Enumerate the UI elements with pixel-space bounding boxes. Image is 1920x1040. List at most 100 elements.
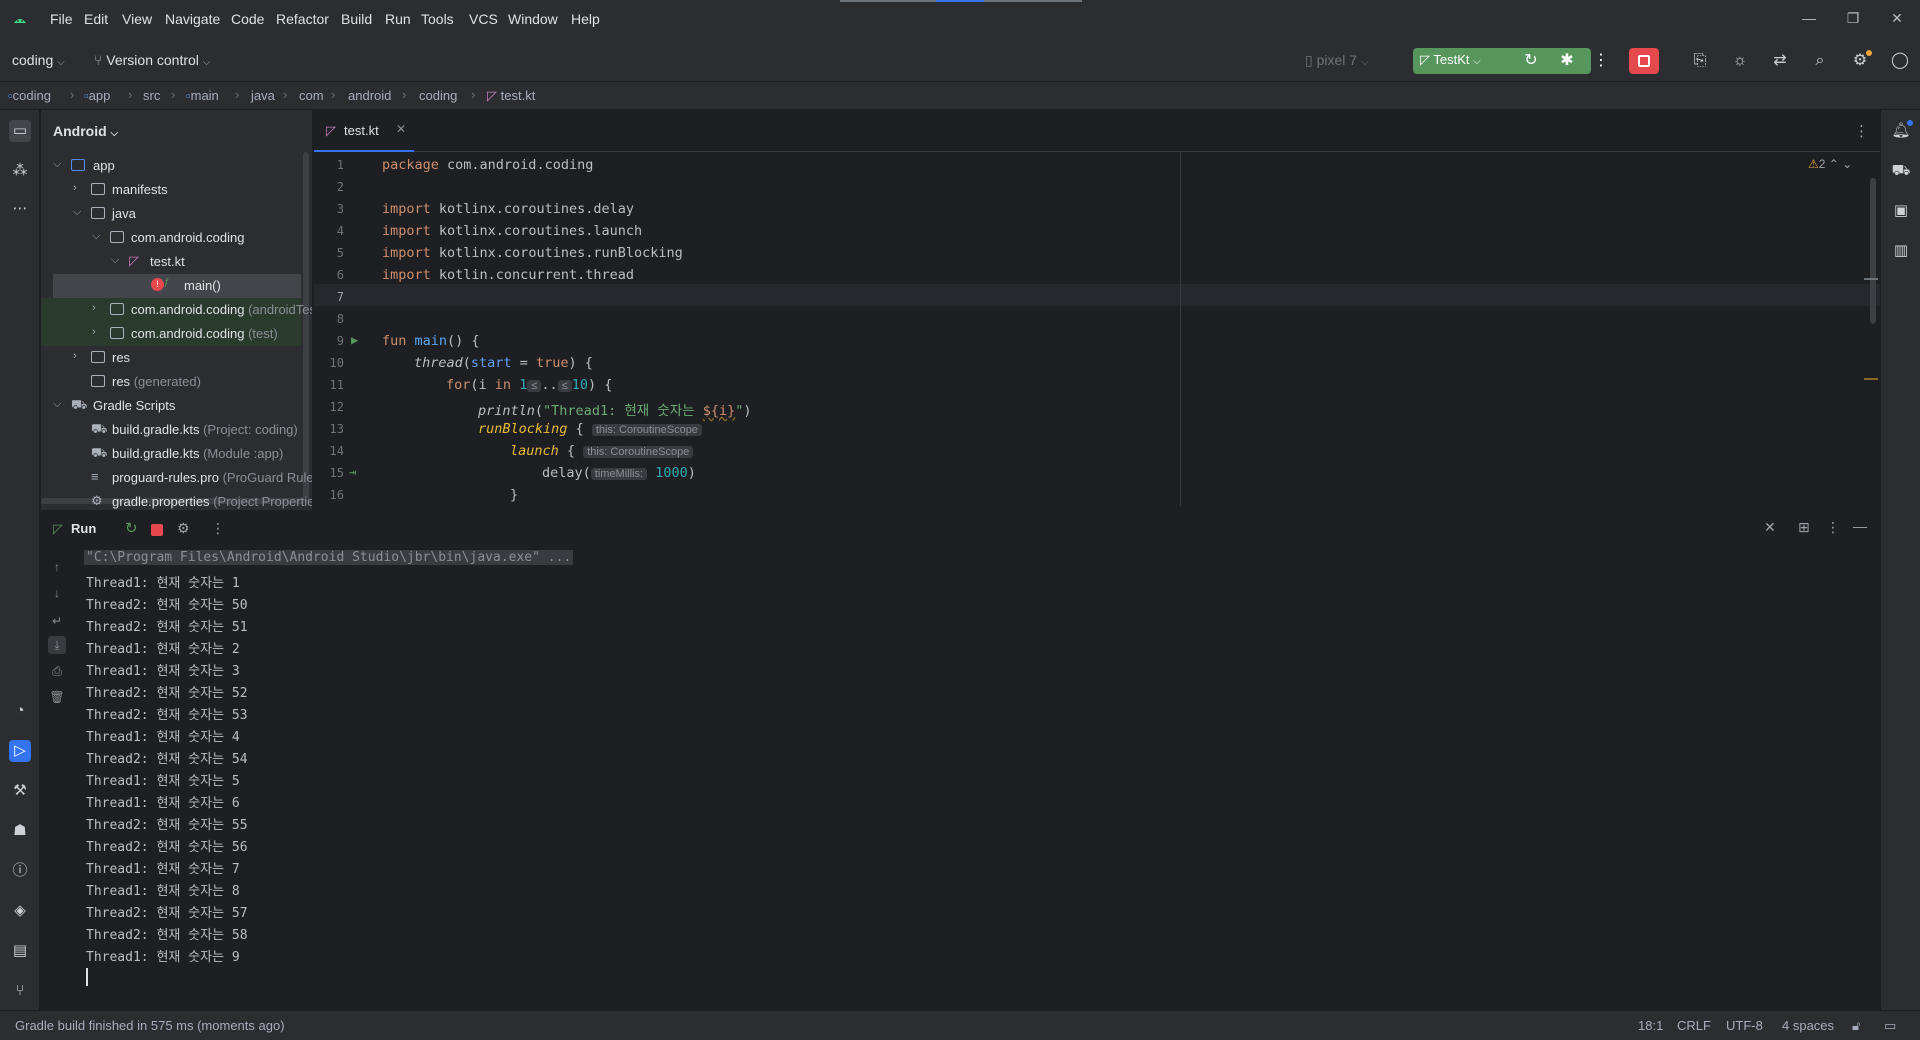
more-tools-icon[interactable]: ⋯: [9, 198, 31, 220]
code-line-16: }: [510, 487, 519, 503]
breadcrumb-item[interactable]: com: [299, 88, 324, 103]
tree-item-app[interactable]: ⌵ app: [41, 154, 301, 178]
minimize-icon[interactable]: —: [1799, 10, 1819, 30]
hide-panel-icon[interactable]: —: [1853, 518, 1867, 534]
status-message[interactable]: Gradle build finished in 575 ms (moments…: [15, 1018, 285, 1033]
breadcrumb-item[interactable]: java: [251, 88, 275, 103]
menu-window[interactable]: Window: [508, 11, 558, 27]
tree-item-sublabel: (generated): [133, 374, 201, 389]
gradle-icon[interactable]: ⛟: [1890, 160, 1912, 182]
rerun-icon[interactable]: ↻: [125, 519, 138, 537]
chevron-right-icon: ›: [92, 326, 96, 338]
title-bar: File Edit View Navigate Code Refactor Bu…: [0, 0, 1920, 40]
breadcrumb-item[interactable]: coding: [419, 88, 457, 103]
layout-icon[interactable]: ⊞: [1798, 519, 1810, 536]
tab-options-icon[interactable]: ⋮: [1854, 122, 1869, 140]
breadcrumb-item[interactable]: ◸ test.kt: [487, 88, 535, 104]
device-file-explorer-icon[interactable]: ▣: [1890, 200, 1912, 222]
tree-item-build-gradle-project[interactable]: ⛟ build.gradle.kts (Project: coding): [41, 418, 301, 442]
tree-item-unit-test[interactable]: › com.android.coding (test): [41, 322, 301, 346]
search-icon[interactable]: ⌕: [1809, 50, 1831, 72]
running-devices-icon[interactable]: ▥: [1890, 240, 1912, 262]
breadcrumb-item[interactable]: src: [143, 88, 160, 103]
run-gutter-icon[interactable]: ▶: [351, 333, 358, 347]
editor-scrollbar[interactable]: [1870, 178, 1876, 324]
project-panel: Android ⌵ ⌵ app › manifests ⌵ java ⌵ com…: [41, 110, 313, 510]
debug-restart-icon[interactable]: ⚙: [177, 520, 190, 537]
breadcrumb-item[interactable]: ▫coding: [8, 88, 51, 103]
stop-button[interactable]: [1629, 48, 1659, 74]
menu-edit[interactable]: Edit: [84, 11, 108, 27]
tree-item-main-function[interactable]: ! ƒ main(): [53, 274, 301, 298]
console-output[interactable]: "C:\Program Files\Android\Android Studio…: [0, 548, 1880, 1008]
account-icon[interactable]: ◯: [1889, 50, 1911, 72]
menu-navigate[interactable]: Navigate: [165, 11, 220, 27]
breadcrumb-item[interactable]: ▫app: [84, 88, 110, 103]
line-number: 3: [336, 202, 344, 216]
menu-refactor[interactable]: Refactor: [276, 11, 329, 27]
panel-options-icon[interactable]: ⋮: [1826, 519, 1840, 536]
code-editor[interactable]: ⚠2 ⌃ ⌄ 1 2 3 4 5 6 7 8 9 10 11 12 13 14 …: [314, 152, 1880, 506]
console-line: Thread2: 현재 숫자는 51: [86, 620, 248, 635]
close-tab-icon[interactable]: ✕: [396, 122, 406, 136]
feedback-icon[interactable]: ▭: [1884, 1018, 1896, 1034]
project-folder-icon[interactable]: ▭: [9, 120, 31, 142]
tree-item-java[interactable]: ⌵ java: [41, 202, 301, 226]
tree-item-manifests[interactable]: › manifests: [41, 178, 301, 202]
project-selector[interactable]: coding ⌵: [12, 52, 65, 68]
close-run-panel-icon[interactable]: ✕: [1764, 519, 1776, 536]
rerun-icon[interactable]: ↻: [1520, 50, 1542, 72]
menu-code[interactable]: Code: [231, 11, 264, 27]
run-tab-title[interactable]: Run: [71, 521, 96, 536]
menu-build[interactable]: Build: [341, 11, 372, 27]
tree-item-res[interactable]: › res: [41, 346, 301, 370]
menu-view[interactable]: View: [122, 11, 152, 27]
file-encoding[interactable]: UTF-8: [1726, 1018, 1763, 1033]
chevron-right-icon: ›: [73, 350, 77, 362]
menu-run[interactable]: Run: [385, 11, 411, 27]
resource-manager-icon[interactable]: ⁂: [9, 160, 31, 182]
tree-item-android-test[interactable]: › com.android.coding (androidTest): [41, 298, 312, 322]
project-scrollbar[interactable]: [303, 152, 309, 502]
inspection-widget[interactable]: ⚠2 ⌃ ⌄: [1808, 157, 1852, 171]
menu-file[interactable]: File: [50, 11, 73, 27]
indent-setting[interactable]: 4 spaces: [1782, 1018, 1834, 1033]
more-options-icon[interactable]: ⋮: [211, 520, 225, 537]
tree-item-res-generated[interactable]: res (generated): [41, 370, 301, 394]
sync-gradle-icon[interactable]: ⇄: [1769, 50, 1791, 72]
tree-item-gradle-properties[interactable]: ⚙ gradle.properties (Project Properties): [41, 490, 312, 510]
menu-tools[interactable]: Tools: [421, 11, 454, 27]
caret-position[interactable]: 18:1: [1638, 1018, 1663, 1033]
current-line-highlight: [314, 284, 1880, 306]
debug-icon[interactable]: ✱: [1556, 50, 1578, 72]
version-control-selector[interactable]: ⑂ Version control ⌵: [94, 52, 210, 68]
code-line-11: for(i in 1 ≤.. ≤10) {: [446, 377, 613, 393]
editor-tab[interactable]: ◸ test.kt ✕: [314, 110, 414, 152]
device-manager-icon[interactable]: ⎘: [1689, 50, 1711, 72]
tree-item-proguard[interactable]: ≡ proguard-rules.pro (ProGuard Rules for…: [41, 466, 312, 490]
app-inspection-icon[interactable]: ☼: [1729, 50, 1751, 72]
close-window-icon[interactable]: ✕: [1887, 10, 1907, 30]
breadcrumb-item[interactable]: android: [348, 88, 391, 103]
menu-help[interactable]: Help: [571, 11, 600, 27]
tree-item-label: proguard-rules.pro: [112, 470, 219, 485]
line-separator[interactable]: CRLF: [1677, 1018, 1711, 1033]
run-config-selector[interactable]: ◸ TestKt ⌵: [1420, 52, 1481, 68]
restore-icon[interactable]: ❐: [1843, 10, 1863, 30]
lock-icon[interactable]: 🔓︎: [1852, 1018, 1860, 1034]
more-actions-icon[interactable]: ⋮: [1590, 50, 1612, 72]
tree-item-gradle-scripts[interactable]: ⌵ ⛟ Gradle Scripts: [41, 394, 301, 418]
stop-icon: [1638, 55, 1650, 67]
breadcrumb-item[interactable]: ▫main: [186, 88, 219, 103]
stop-icon[interactable]: [151, 524, 163, 536]
tree-item-test-kt[interactable]: ⌵ ◸ test.kt: [41, 250, 301, 274]
line-number: 7: [336, 290, 344, 304]
menu-vcs[interactable]: VCS: [469, 11, 498, 27]
line-number: 8: [336, 312, 344, 326]
tree-item-sublabel: (test): [248, 326, 278, 341]
project-view-selector[interactable]: Android ⌵: [53, 123, 118, 139]
tree-item-build-gradle-module[interactable]: ⛟ build.gradle.kts (Module :app): [41, 442, 301, 466]
tree-item-package[interactable]: ⌵ com.android.coding: [41, 226, 301, 250]
device-selector[interactable]: ▯ pixel 7 ⌵: [1305, 52, 1369, 69]
chevron-down-icon: ⌵: [92, 230, 101, 242]
